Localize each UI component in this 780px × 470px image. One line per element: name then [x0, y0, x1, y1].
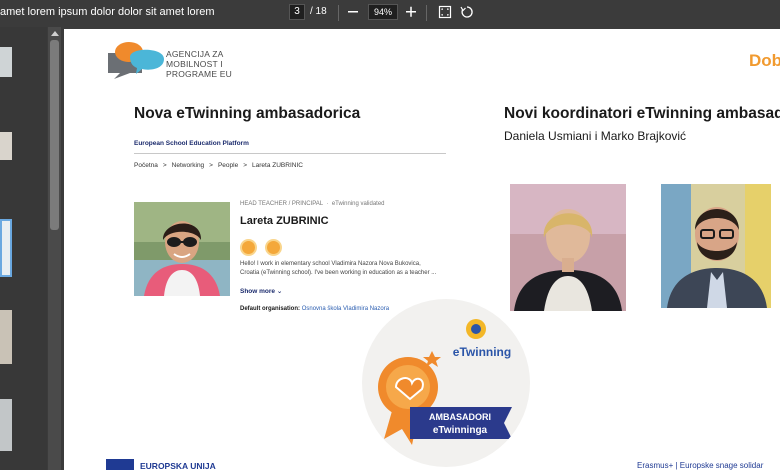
plus-icon[interactable]	[402, 3, 420, 25]
profile-role: HEAD TEACHER / PRINCIPAL · eTwinning val…	[240, 201, 385, 207]
etwinning-label: eTwinning	[453, 345, 511, 359]
toolbar-divider	[426, 5, 427, 21]
fit-page-icon[interactable]	[436, 3, 454, 25]
page-thumbnail[interactable]	[0, 132, 12, 160]
profile-bio: Hello! I work in elementary school Vladi…	[240, 261, 437, 276]
etwinning-logo-icon	[466, 319, 486, 339]
zoom-level[interactable]: 94%	[368, 4, 398, 20]
platform-title: European School Education Platform	[134, 140, 249, 147]
page-total: / 18	[310, 6, 327, 17]
document-page: AGENCIJA ZA MOBILNOST I PROGRAME EU Dob …	[64, 29, 780, 470]
page-number-input[interactable]: 3	[289, 4, 305, 20]
coordinator-photo-usmiani	[510, 184, 626, 311]
toolbar-divider	[338, 5, 339, 21]
ambassador-graphic: eTwinning AMBASADORI eTwinninga	[378, 319, 512, 445]
minus-icon[interactable]	[344, 3, 362, 25]
ambassador-badge: eTwinning AMBASADORI eTwinninga	[362, 299, 530, 467]
page-thumbnail[interactable]	[0, 310, 12, 364]
divider	[134, 153, 446, 154]
viewer-toolbar: amet lorem ipsum dolor dolor sit amet lo…	[0, 0, 780, 27]
ribbon-label-bottom: eTwinninga	[433, 425, 488, 436]
rotate-icon[interactable]	[458, 3, 476, 25]
default-organisation: Default organisation: Osnovna škola Vlad…	[240, 306, 390, 312]
show-more-link: Show more ⌄	[240, 288, 283, 295]
scroll-up-icon[interactable]	[51, 31, 59, 36]
eu-flag-icon	[106, 459, 134, 470]
page-thumbnail[interactable]	[0, 47, 12, 77]
programme-footer: Erasmus+ | Europske snage solidar	[637, 461, 764, 470]
award-badge-icon	[240, 239, 257, 256]
coordinators-names: Daniela Usmiani i Marko Brajković	[504, 129, 687, 143]
profile-photo	[134, 202, 230, 296]
agency-logo	[108, 42, 164, 79]
slide-heading-right: Novi koordinatori eTwinning ambasad	[504, 105, 780, 122]
eu-label: EUROPSKA UNIJA	[140, 461, 216, 470]
corner-text: Dob	[749, 51, 780, 70]
ribbon-label-top: AMBASADORI	[429, 412, 491, 422]
agency-name: AGENCIJA ZA MOBILNOST I PROGRAME EU	[166, 49, 232, 79]
thumbnail-sidebar	[0, 27, 47, 470]
document-title: amet lorem ipsum dolor dolor sit amet lo…	[0, 6, 215, 18]
page-thumbnail[interactable]	[0, 399, 12, 451]
scrollbar-thumb[interactable]	[50, 40, 59, 230]
profile-name: Lareta ZUBRINIC	[240, 215, 329, 227]
coordinator-photo-brajkovic	[661, 184, 771, 308]
page-thumbnail-current[interactable]	[0, 219, 12, 277]
slide-heading-left: Nova eTwinning ambasadorica	[134, 105, 361, 122]
breadcrumb: Početna > Networking > People > Lareta ZUBRINI…	[134, 162, 303, 169]
award-badge-icon	[265, 239, 282, 256]
